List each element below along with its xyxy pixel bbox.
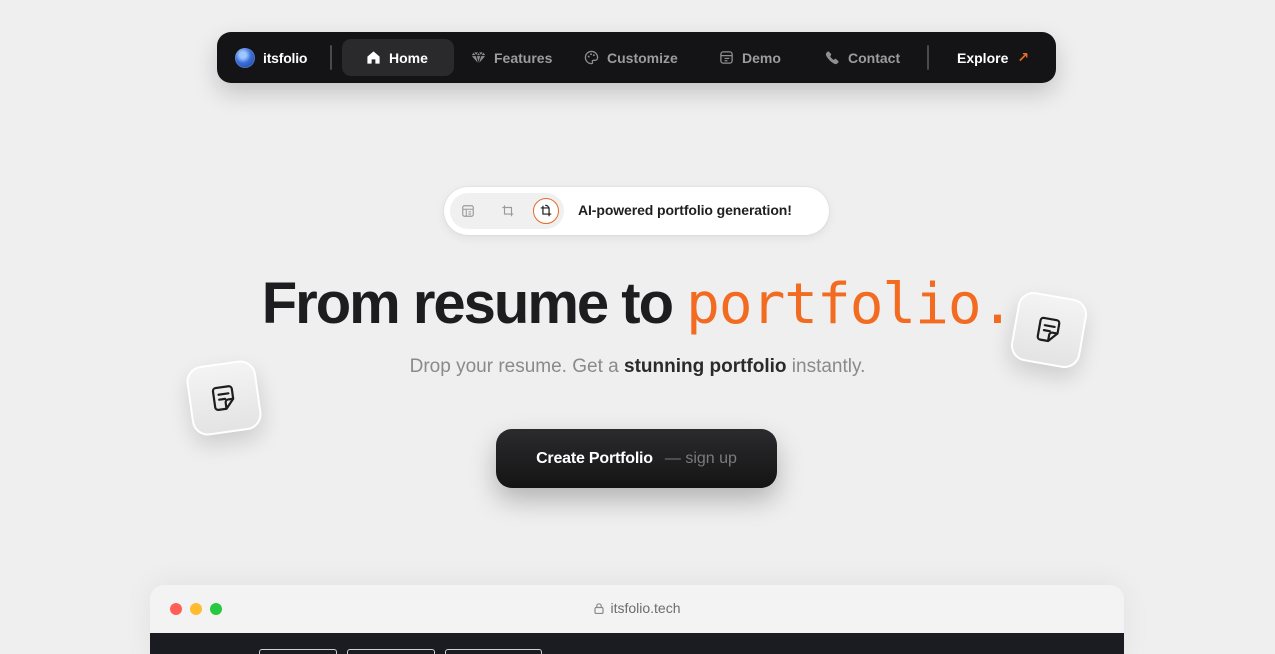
- home-icon: [367, 51, 380, 64]
- nav-item-features[interactable]: Features: [471, 39, 552, 76]
- subtitle-bold: stunning portfolio: [624, 356, 787, 377]
- top-navbar: itsfolio Home Features Customize Demo Co…: [217, 32, 1056, 83]
- nav-item-contact[interactable]: Contact: [825, 39, 900, 76]
- nav-item-label: Features: [494, 49, 553, 66]
- preview-tab: [445, 649, 542, 654]
- document-note-icon: [211, 385, 235, 411]
- nav-divider: [330, 45, 332, 70]
- gem-icon: [471, 51, 486, 65]
- brand-name: itsfolio: [263, 49, 308, 66]
- nav-item-demo[interactable]: Demo: [719, 39, 781, 76]
- nav-item-label: Customize: [607, 49, 678, 66]
- brand-logo-icon: [235, 47, 255, 68]
- brand[interactable]: itsfolio: [235, 47, 307, 68]
- subtitle-pre: Drop your resume. Get a: [409, 356, 624, 377]
- template-icon: [456, 199, 480, 223]
- crop-rotate-icon: [533, 198, 559, 224]
- preview-tab: [259, 649, 337, 654]
- nav-item-label: Contact: [848, 49, 901, 66]
- badge-text: AI-powered portfolio generation!: [578, 202, 792, 218]
- address-bar: itsfolio.tech: [150, 600, 1124, 616]
- palette-icon: [584, 50, 599, 65]
- preview-content: [150, 633, 1124, 654]
- explore-label: Explore: [957, 49, 1009, 66]
- preview-tab: [347, 649, 435, 654]
- arrow-up-right-icon: ↗: [1017, 49, 1030, 65]
- browser-preview: itsfolio.tech: [150, 585, 1124, 654]
- cta-label: Create Portfolio: [536, 449, 653, 467]
- nav-item-customize[interactable]: Customize: [584, 39, 678, 76]
- cta-sub-label: — sign up: [664, 449, 737, 467]
- nav-divider: [927, 45, 929, 70]
- lock-icon: [594, 603, 605, 615]
- ai-badge: AI-powered portfolio generation!: [444, 187, 829, 235]
- subtitle-post: instantly.: [786, 356, 866, 377]
- layout-icon: [720, 51, 733, 64]
- floating-document-card: [1008, 289, 1090, 371]
- nav-item-label: Demo: [742, 49, 781, 66]
- floating-document-card: [184, 358, 264, 438]
- document-note-icon: [1036, 316, 1061, 343]
- headline-text: From resume to: [261, 271, 687, 336]
- nav-item-home[interactable]: Home: [342, 39, 454, 76]
- create-portfolio-button[interactable]: Create Portfolio — sign up: [496, 429, 777, 488]
- explore-button[interactable]: Explore ↗: [957, 39, 1029, 76]
- phone-icon: [825, 51, 839, 65]
- url-text: itsfolio.tech: [610, 600, 681, 616]
- crop-icon: [496, 199, 520, 223]
- nav-item-label: Home: [389, 49, 428, 66]
- headline-accent: portfolio.: [686, 272, 1014, 337]
- badge-icon-group: [450, 193, 564, 229]
